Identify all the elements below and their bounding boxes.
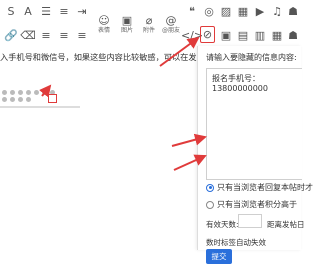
list-icon[interactable]: ☰ [38,3,54,19]
indent-icon[interactable]: ⇥ [74,3,90,19]
emoji-button[interactable]: ☺ 表情 [95,14,113,36]
align-right-icon[interactable]: ≡ [74,27,90,43]
editor-toolbar: S A ☰ ≡ ⇥ 🔗 ⌫ ≡ ≡ ≡ ☺ 表情 ▣ 图片 ⌀ 附件 @ @朋友… [0,0,300,44]
editor-hint-text: 入手机号和微信号，如果这些内容比较敏感，可以在发帖的操 [0,52,200,62]
at-icon: @ [165,14,177,27]
align-center-icon[interactable]: ≡ [56,27,72,43]
paperclip-icon: ⌀ [145,14,153,27]
music-icon[interactable]: ♫ [269,3,285,19]
option-points-to-view[interactable]: 只有当浏览者积分高于 [206,199,297,210]
hidden-content-textarea[interactable]: 报名手机号：13800000000 [206,68,302,180]
days-input[interactable] [238,214,262,228]
radio-unselected-icon[interactable] [206,200,214,209]
image-icon: ▣ [121,14,133,27]
submit-button[interactable]: 提交 [206,249,232,264]
video-icon[interactable]: ▶ [252,3,268,19]
popup-title: 请输入要隐藏的信息内容: [206,53,297,62]
radio-selected-icon[interactable] [206,183,214,192]
target-icon[interactable]: ◎ [201,3,217,19]
paste-icon[interactable]: ▥ [252,27,268,43]
mini-toolbar-illustration [0,84,85,114]
hide-content-icon[interactable]: ⊘ [200,26,215,43]
grid-icon[interactable]: ▦ [269,27,285,43]
image-small-icon[interactable]: ▨ [218,3,234,19]
quote-icon[interactable]: ❝ [184,3,200,19]
image-button[interactable]: ▣ 图片 [118,14,136,36]
erase-icon[interactable]: ⌫ [20,27,36,43]
link-icon[interactable]: 🔗 [3,27,19,43]
code-icon[interactable]: </> [181,27,203,43]
option-reply-to-view[interactable]: 只有当浏览者回复本帖时才 [206,182,313,193]
align-left-icon[interactable]: ≡ [38,27,54,43]
hide-content-popup: 请输入要隐藏的信息内容: 报名手机号：13800000000 只有当浏览者回复本… [197,46,313,264]
days-label: 有效天数: [206,220,239,229]
smile-icon: ☺ [98,14,110,27]
font-color-icon[interactable]: A [20,3,36,19]
mention-button[interactable]: @ @朋友 [160,14,182,36]
ghost-icon[interactable]: ☗ [285,3,301,19]
box-icon[interactable]: ▣ [218,27,234,43]
mini-hide-icon [48,94,57,103]
auto-expire-note: 数时标签自动失效 [206,238,266,247]
attachment-button[interactable]: ⌀ 附件 [140,14,158,36]
align-icon[interactable]: ≡ [56,3,72,19]
days-suffix: 距离发帖日 [267,220,305,229]
table-icon[interactable]: ▦ [235,3,251,19]
free-icon[interactable]: ▤ [235,27,251,43]
strikethrough-icon[interactable]: S [3,3,19,19]
user-icon[interactable]: ☗ [285,27,301,43]
